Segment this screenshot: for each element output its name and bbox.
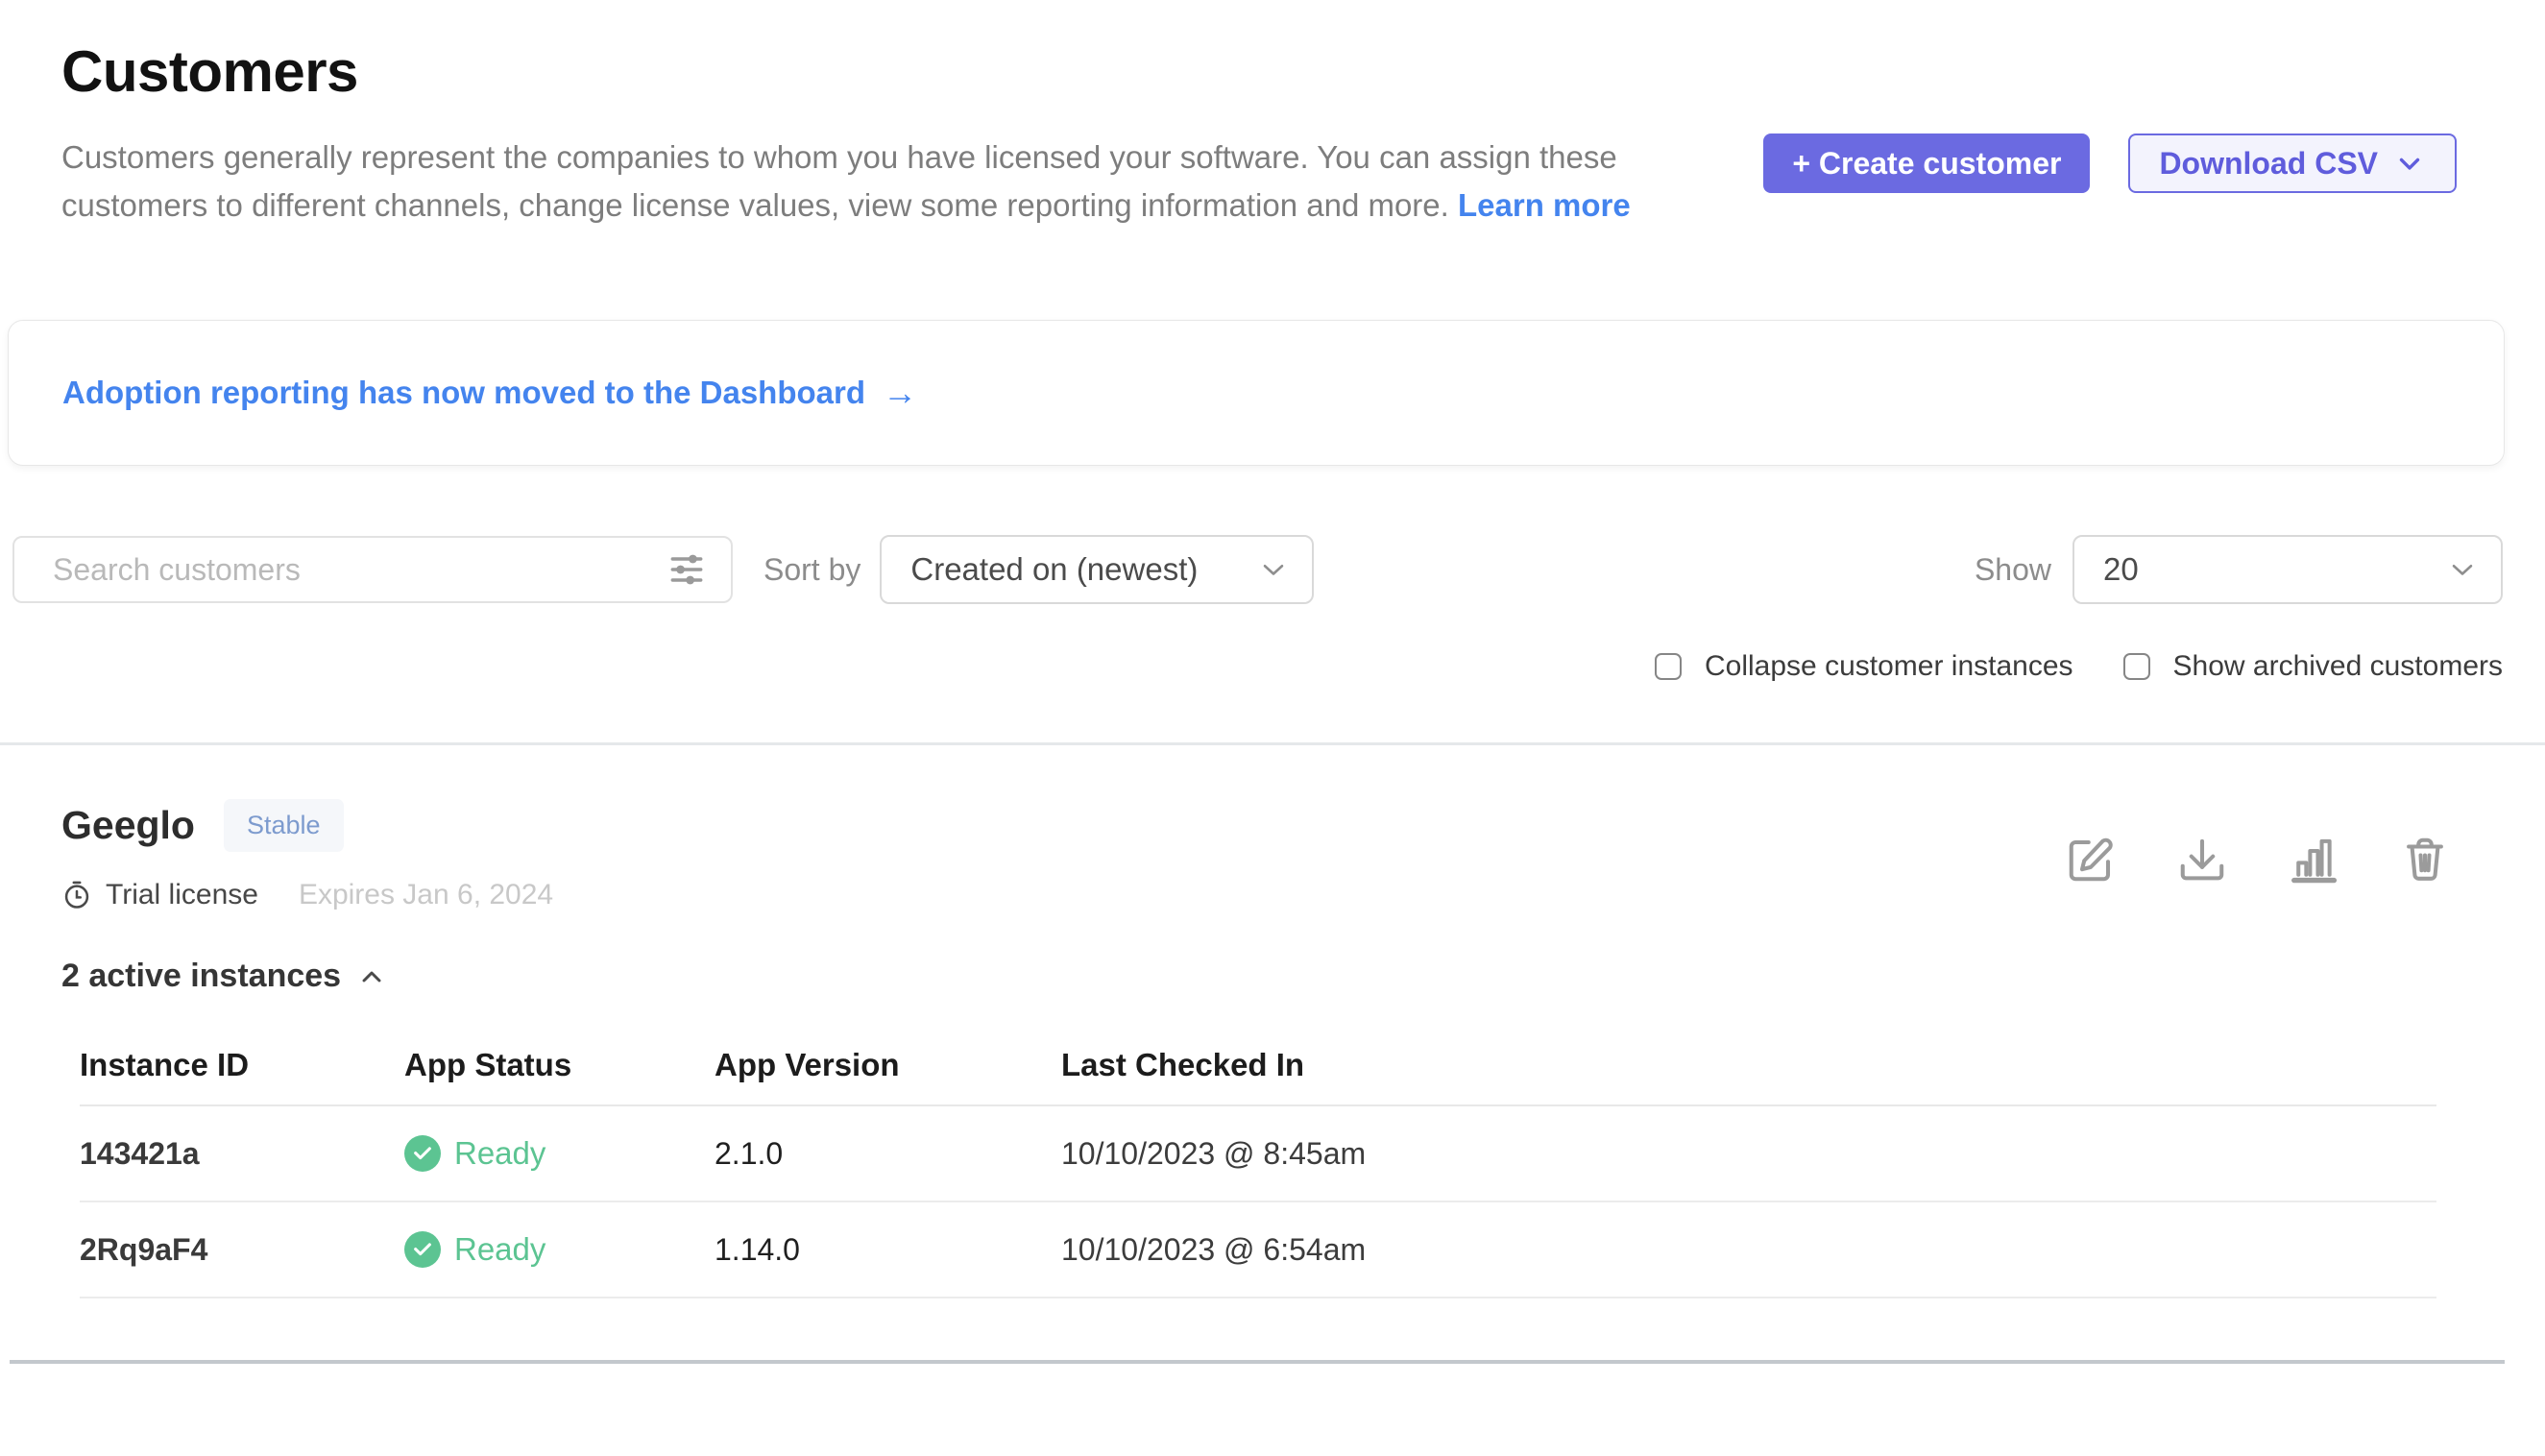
- show-select-value: 20: [2103, 551, 2139, 588]
- app-status-text: Ready: [454, 1135, 545, 1172]
- checkbox-row: Collapse customer instances Show archive…: [0, 650, 2503, 683]
- instance-id: 2Rq9aF4: [80, 1232, 404, 1268]
- show-archived-checkbox[interactable]: [2123, 653, 2150, 680]
- search-box: [12, 536, 733, 603]
- column-header-app-status: App Status: [404, 1047, 715, 1083]
- check-circle-icon: [404, 1231, 441, 1268]
- header-actions: + Create customer Download CSV: [1763, 133, 2457, 193]
- filter-sliders-icon[interactable]: [666, 548, 708, 591]
- active-instances-label: 2 active instances: [61, 958, 341, 995]
- app-status-text: Ready: [454, 1231, 545, 1268]
- instances-table: Instance ID App Status App Version Last …: [80, 1047, 2436, 1298]
- stopwatch-icon: [61, 880, 92, 910]
- customers-page: Customers Customers generally represent …: [0, 0, 2545, 1456]
- learn-more-link[interactable]: Learn more: [1458, 187, 1631, 223]
- download-icon: [2176, 834, 2228, 886]
- active-instances-toggle[interactable]: 2 active instances: [61, 958, 387, 995]
- app-status: Ready: [404, 1135, 715, 1172]
- chevron-down-icon: [1256, 552, 1291, 587]
- table-row: 143421a Ready 2.1.0 10/10/2023 @ 8:45am: [80, 1106, 2436, 1202]
- edit-icon: [2065, 834, 2117, 886]
- download-csv-button[interactable]: Download CSV: [2128, 133, 2457, 193]
- page-description: Customers generally represent the compan…: [61, 133, 1723, 230]
- banner-text: Adoption reporting has now moved to the …: [62, 375, 865, 411]
- chevron-down-icon: [2393, 147, 2426, 180]
- adoption-banner-link[interactable]: Adoption reporting has now moved to the …: [62, 373, 917, 413]
- chevron-up-icon: [356, 961, 387, 992]
- collapse-instances-checkbox[interactable]: [1655, 653, 1682, 680]
- search-input[interactable]: [14, 552, 666, 588]
- app-version: 1.14.0: [715, 1232, 1061, 1268]
- instance-id: 143421a: [80, 1136, 404, 1172]
- show-label: Show: [1975, 552, 2051, 588]
- collapse-instances-option[interactable]: Collapse customer instances: [1655, 650, 2073, 683]
- description-text: Customers generally represent the compan…: [61, 139, 1617, 223]
- column-header-app-version: App Version: [715, 1047, 1061, 1083]
- check-circle-icon: [404, 1135, 441, 1172]
- sort-by-label: Sort by: [764, 552, 860, 588]
- customer-reporting-button[interactable]: [2288, 834, 2339, 886]
- column-header-last-checked-in: Last Checked In: [1061, 1047, 2436, 1083]
- last-checked-in: 10/10/2023 @ 6:54am: [1061, 1232, 2436, 1268]
- download-customer-button[interactable]: [2176, 834, 2228, 886]
- toolbar: Sort by Created on (newest) Show 20: [12, 535, 2503, 604]
- create-customer-button[interactable]: + Create customer: [1763, 133, 2090, 193]
- app-version: 2.1.0: [715, 1136, 1061, 1172]
- collapse-instances-label: Collapse customer instances: [1705, 650, 2073, 683]
- license-type: Trial license: [106, 879, 258, 911]
- arrow-right-icon: →: [883, 373, 917, 413]
- page-title: Customers: [61, 38, 2457, 105]
- app-status: Ready: [404, 1231, 715, 1268]
- show-archived-option[interactable]: Show archived customers: [2123, 650, 2503, 683]
- edit-customer-button[interactable]: [2065, 834, 2117, 886]
- page-header: Customers Customers generally represent …: [0, 0, 2545, 230]
- customer-info: Geeglo Stable Trial license Expires Jan …: [61, 799, 553, 911]
- last-checked-in: 10/10/2023 @ 8:45am: [1061, 1136, 2436, 1172]
- license-expires: Expires Jan 6, 2024: [299, 879, 553, 911]
- column-header-instance-id: Instance ID: [80, 1047, 404, 1083]
- customer-actions: [2065, 834, 2451, 886]
- show-select[interactable]: 20: [2072, 535, 2503, 604]
- show-archived-label: Show archived customers: [2173, 650, 2503, 683]
- chevron-down-icon: [2445, 552, 2480, 587]
- customer-name: Geeglo: [61, 803, 195, 848]
- customer-card: Geeglo Stable Trial license Expires Jan …: [0, 745, 2545, 1298]
- sort-select-value: Created on (newest): [910, 551, 1198, 588]
- table-header-row: Instance ID App Status App Version Last …: [80, 1047, 2436, 1106]
- adoption-banner: Adoption reporting has now moved to the …: [8, 320, 2505, 466]
- sort-select[interactable]: Created on (newest): [880, 535, 1314, 604]
- bar-chart-icon: [2288, 834, 2339, 886]
- channel-badge: Stable: [224, 799, 344, 852]
- trash-icon: [2399, 834, 2451, 886]
- bottom-divider: [10, 1360, 2505, 1364]
- delete-customer-button[interactable]: [2399, 834, 2451, 886]
- table-row: 2Rq9aF4 Ready 1.14.0 10/10/2023 @ 6:54am: [80, 1202, 2436, 1298]
- download-csv-label: Download CSV: [2159, 146, 2378, 182]
